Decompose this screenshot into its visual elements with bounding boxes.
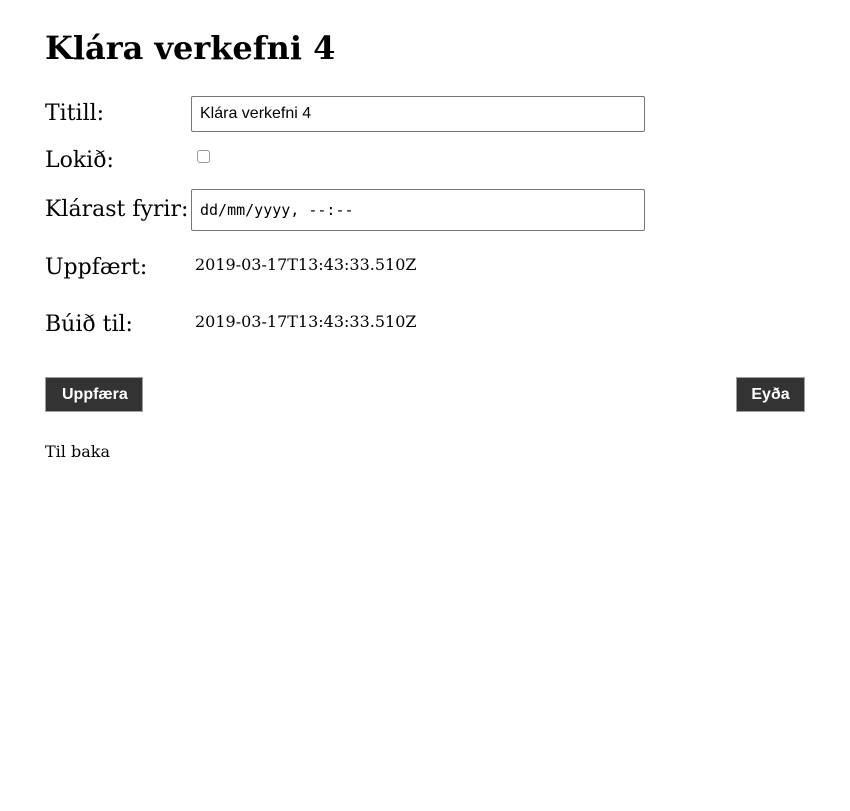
completed-label: Lokið: xyxy=(45,148,114,173)
title-label: Titill: xyxy=(45,101,105,126)
updated-label: Uppfært: xyxy=(45,255,148,280)
created-label: Búið til: xyxy=(45,312,133,337)
title-input[interactable] xyxy=(191,96,645,132)
completed-checkbox[interactable] xyxy=(197,150,210,163)
page-title: Klára verkefni 4 xyxy=(45,29,336,67)
due-label: Klárast fyrir: xyxy=(45,197,189,222)
update-button[interactable]: Uppfæra xyxy=(45,377,143,412)
due-datetime-input[interactable] xyxy=(191,189,645,231)
created-value: 2019-03-17T13:43:33.510Z xyxy=(195,312,417,331)
delete-button[interactable]: Eyða xyxy=(736,377,805,412)
back-link[interactable]: Til baka xyxy=(45,442,110,462)
updated-value: 2019-03-17T13:43:33.510Z xyxy=(195,255,417,274)
